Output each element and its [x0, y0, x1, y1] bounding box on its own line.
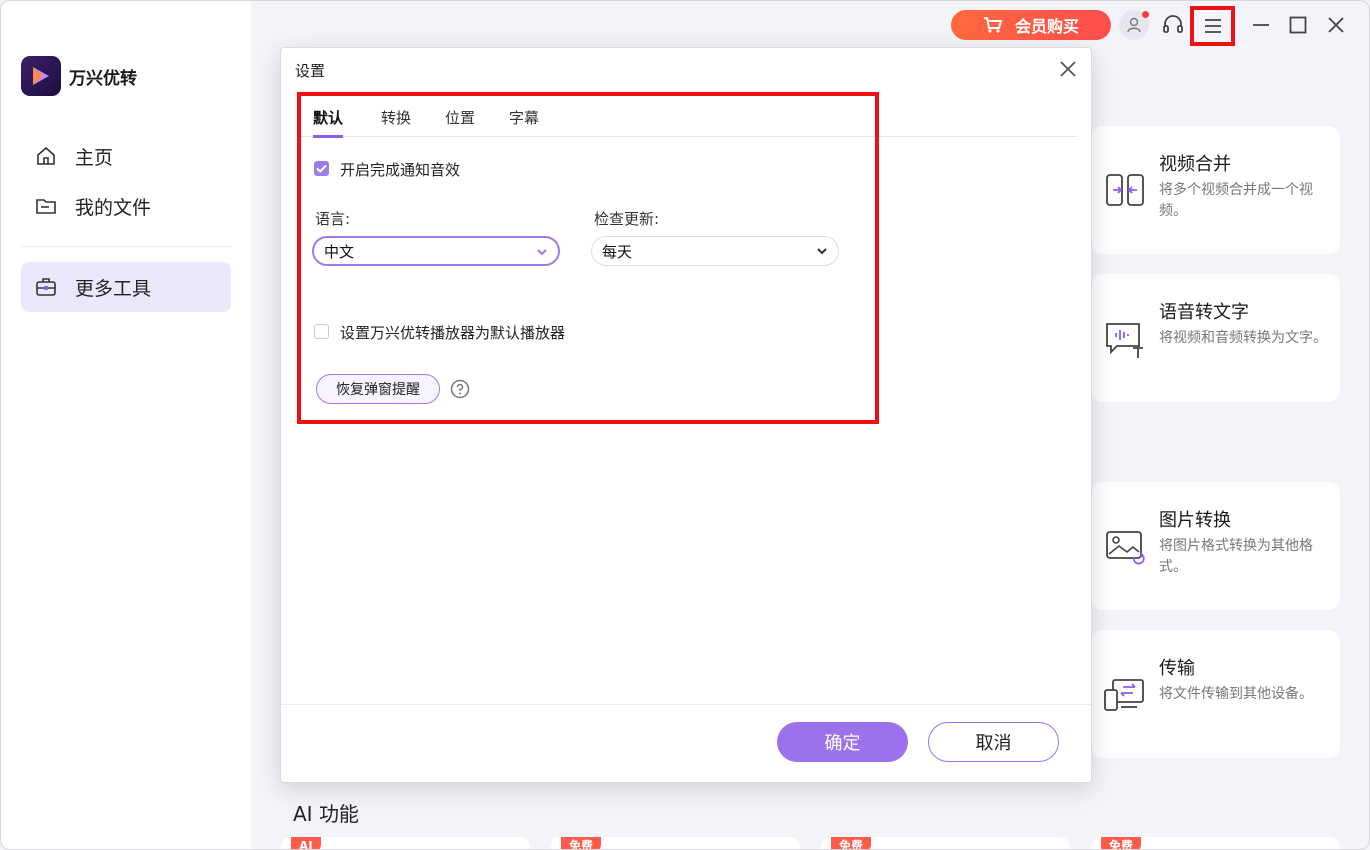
sidebar-item-label: 更多工具 [75, 277, 152, 300]
sidebar-item-more-tools[interactable]: 更多工具 [21, 262, 231, 312]
hamburger-icon [1204, 19, 1221, 33]
ok-button[interactable]: 确定 [777, 722, 908, 762]
minimize-button[interactable] [1246, 10, 1276, 40]
sidebar-divider [21, 246, 231, 247]
close-icon [1328, 17, 1344, 33]
close-window-button[interactable] [1321, 10, 1351, 40]
sidebar-item-files[interactable]: 我的文件 [21, 181, 231, 231]
toolbox-icon [36, 278, 56, 296]
ai-badge: AI [291, 837, 321, 849]
image-convert-icon [1106, 531, 1145, 565]
tool-desc: 将文件传输到其他设备。 [1159, 686, 1313, 702]
maximize-button[interactable] [1283, 10, 1313, 40]
close-icon[interactable] [1057, 58, 1079, 80]
cancel-button[interactable]: 取消 [928, 722, 1059, 762]
sidebar-item-label: 主页 [75, 146, 114, 169]
sidebar-item-label: 我的文件 [75, 196, 152, 219]
app-window: 万兴优转 主页 我的文件 更多工具 会员购买 视频合并 将多个视频合并成一个视频… [0, 0, 1370, 850]
free-badge: 免费 [831, 837, 872, 849]
tool-desc: 将图片格式转换为其他格式。 [1159, 538, 1313, 575]
tool-title: 语音转文字 [1159, 302, 1249, 323]
sidebar-item-home[interactable]: 主页 [21, 131, 231, 181]
free-badge: 免费 [1101, 837, 1142, 849]
tool-desc: 将视频和音频转换为文字。 [1159, 330, 1327, 346]
tool-card-video-merge[interactable]: 视频合并 将多个视频合并成一个视频。 [1091, 126, 1340, 254]
menu-button[interactable] [1190, 6, 1235, 46]
tool-title: 视频合并 [1159, 154, 1231, 175]
notification-dot [1142, 11, 1149, 18]
tool-title: 传输 [1159, 658, 1195, 679]
logo-icon [21, 56, 61, 96]
support-button[interactable] [1158, 10, 1188, 40]
user-icon [1127, 17, 1141, 33]
dialog-divider [281, 704, 1091, 705]
tool-desc: 将多个视频合并成一个视频。 [1159, 182, 1313, 219]
tool-card-transfer[interactable]: 传输 将文件传输到其他设备。 [1091, 630, 1340, 758]
tool-card-speech-to-text[interactable]: 语音转文字 将视频和音频转换为文字。 [1091, 274, 1340, 402]
cart-icon [983, 17, 1003, 33]
headset-icon [1163, 15, 1183, 33]
ai-section-title: AI 功能 [293, 802, 359, 826]
app-name: 万兴优转 [69, 68, 137, 89]
free-badge: 免费 [561, 837, 602, 849]
home-icon [37, 146, 55, 165]
merge-icon [1106, 174, 1144, 206]
vip-purchase-button[interactable]: 会员购买 [951, 10, 1111, 40]
minimize-icon [1253, 24, 1269, 26]
maximize-icon [1289, 16, 1307, 34]
sidebar: 万兴优转 主页 我的文件 更多工具 [1, 1, 251, 849]
transfer-icon [1104, 679, 1144, 711]
highlight-box [297, 92, 879, 424]
settings-dialog: 设置 默认 转换 位置 字幕 开启完成通知音效 语言: 中文 检查更新: 每天 … [280, 47, 1092, 783]
folder-icon [36, 199, 56, 214]
app-logo: 万兴优转 [21, 56, 137, 96]
tool-title: 图片转换 [1159, 510, 1231, 531]
speech-to-text-icon [1106, 323, 1143, 358]
vip-label: 会员购买 [1014, 17, 1079, 36]
tool-card-image-convert[interactable]: 图片转换 将图片格式转换为其他格式。 [1091, 482, 1340, 610]
dialog-title: 设置 [295, 62, 326, 80]
avatar[interactable] [1119, 10, 1149, 40]
